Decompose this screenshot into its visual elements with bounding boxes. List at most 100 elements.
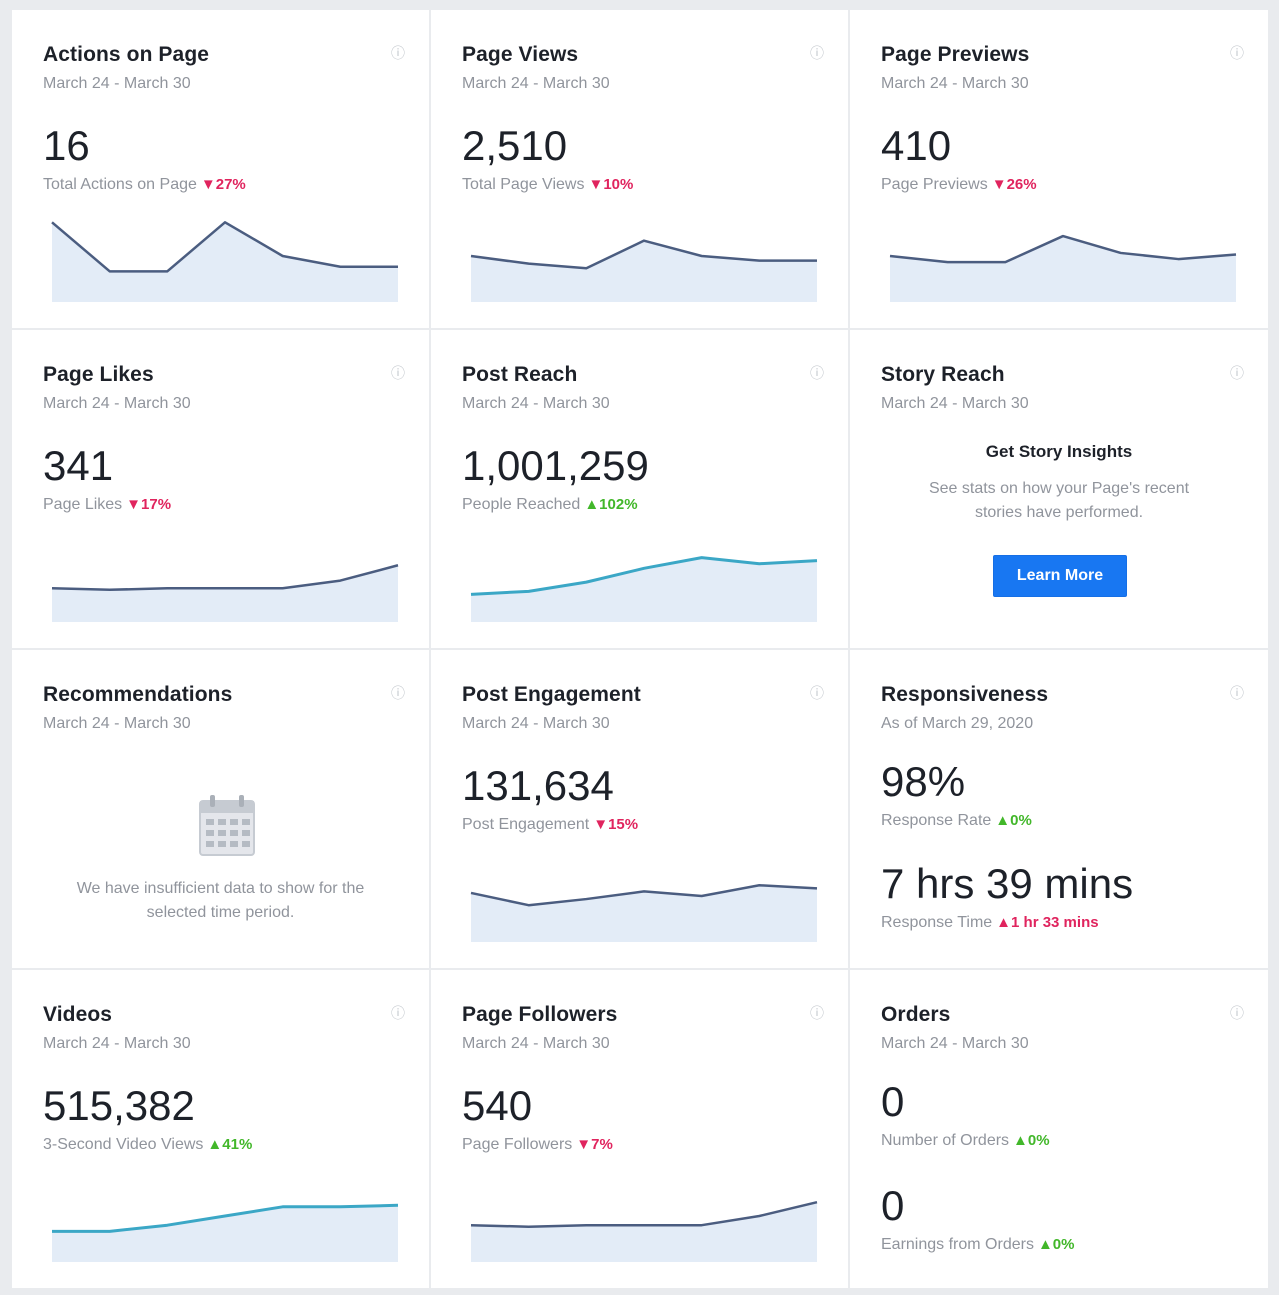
response-time-value: 7 hrs 39 mins bbox=[881, 860, 1134, 907]
info-icon[interactable]: ⓘ bbox=[391, 366, 405, 380]
delta-value: 10% bbox=[603, 176, 634, 193]
info-icon[interactable]: ⓘ bbox=[391, 46, 405, 60]
card-title: Responsiveness bbox=[881, 683, 1049, 706]
metric-value: 1,001,259 bbox=[462, 442, 649, 489]
info-icon[interactable]: ⓘ bbox=[810, 366, 824, 380]
response-time-label: Response Time ▲1 hr 33 mins bbox=[881, 914, 1099, 932]
card-responsiveness[interactable]: Responsiveness As of March 29, 2020 ⓘ 98… bbox=[850, 650, 1268, 968]
delta-down-badge: ▼17% bbox=[126, 496, 171, 513]
card-date: March 24 - March 30 bbox=[43, 395, 191, 412]
card-videos[interactable]: Videos March 24 - March 30 ⓘ 515,382 3-S… bbox=[12, 970, 429, 1288]
sparkline-chart bbox=[470, 1200, 818, 1262]
info-icon[interactable]: ⓘ bbox=[1230, 1006, 1244, 1020]
sparkline-area bbox=[471, 885, 817, 942]
delta-value: 0% bbox=[1052, 1236, 1075, 1253]
metric-label: Page Likes ▼17% bbox=[43, 496, 171, 514]
card-page-views[interactable]: Page Views March 24 - March 30 ⓘ 2,510 T… bbox=[431, 10, 848, 328]
card-title: Actions on Page bbox=[43, 43, 210, 66]
arrow-up-icon: ▲ bbox=[207, 1136, 223, 1153]
delta-up-badge: ▲1 hr 33 mins bbox=[996, 914, 1098, 931]
delta-value: 17% bbox=[141, 496, 172, 513]
metric-label-text: Total Page Views bbox=[462, 176, 585, 193]
card-date: March 24 - March 30 bbox=[462, 1035, 610, 1052]
delta-down-badge: ▼15% bbox=[593, 816, 638, 833]
metric-label: Page Followers ▼7% bbox=[462, 1136, 613, 1154]
info-icon[interactable]: ⓘ bbox=[1230, 366, 1244, 380]
info-icon[interactable]: ⓘ bbox=[810, 46, 824, 60]
card-title: Orders bbox=[881, 1003, 951, 1026]
learn-more-button[interactable]: Learn More bbox=[993, 555, 1127, 597]
info-icon[interactable]: ⓘ bbox=[810, 1006, 824, 1020]
delta-up-badge: ▲0% bbox=[1013, 1132, 1050, 1149]
arrow-up-icon: ▲ bbox=[584, 496, 600, 513]
card-page-previews[interactable]: Page Previews March 24 - March 30 ⓘ 410 … bbox=[850, 10, 1268, 328]
metric-value: 410 bbox=[881, 122, 952, 169]
card-post-engagement[interactable]: Post Engagement March 24 - March 30 ⓘ 13… bbox=[431, 650, 848, 968]
delta-down-badge: ▼27% bbox=[201, 176, 246, 193]
arrow-down-icon: ▼ bbox=[991, 176, 1007, 193]
card-actions-on-page[interactable]: Actions on Page March 24 - March 30 ⓘ 16… bbox=[12, 10, 429, 328]
card-title: Page Likes bbox=[43, 363, 154, 386]
info-icon[interactable]: ⓘ bbox=[1230, 46, 1244, 60]
arrow-up-icon: ▲ bbox=[1037, 1236, 1053, 1253]
calendar-icon bbox=[199, 795, 255, 856]
arrow-up-icon: ▲ bbox=[996, 914, 1012, 931]
response-rate-label: Response Rate ▲0% bbox=[881, 812, 1032, 830]
card-date: March 24 - March 30 bbox=[43, 75, 191, 92]
metric-label: Post Engagement ▼15% bbox=[462, 816, 638, 834]
delta-up-badge: ▲102% bbox=[584, 496, 637, 513]
delta-value: 27% bbox=[215, 176, 246, 193]
info-icon[interactable]: ⓘ bbox=[810, 686, 824, 700]
delta-down-badge: ▼10% bbox=[588, 176, 633, 193]
card-date: As of March 29, 2020 bbox=[881, 715, 1034, 732]
orders-count-label: Number of Orders ▲0% bbox=[881, 1132, 1050, 1150]
metric-label: 3-Second Video Views ▲41% bbox=[43, 1136, 252, 1154]
card-recommendations[interactable]: Recommendations March 24 - March 30 ⓘ We… bbox=[12, 650, 429, 968]
sparkline-area bbox=[471, 240, 817, 302]
orders-count-value: 0 bbox=[881, 1078, 905, 1125]
metric-label-text: 3-Second Video Views bbox=[43, 1136, 204, 1153]
metric-value: 16 bbox=[43, 122, 90, 169]
delta-down-badge: ▼7% bbox=[576, 1136, 613, 1153]
card-orders[interactable]: Orders March 24 - March 30 ⓘ 0 Number of… bbox=[850, 970, 1268, 1288]
story-insights-body-2: stories have performed. bbox=[974, 504, 1144, 521]
sparkline-chart bbox=[51, 564, 399, 622]
sparkline-chart bbox=[52, 1203, 399, 1262]
delta-down-badge: ▼26% bbox=[992, 176, 1037, 193]
metric-label: Total Actions on Page ▼27% bbox=[43, 176, 246, 194]
delta-up-badge: ▲0% bbox=[995, 812, 1032, 829]
card-title: Story Reach bbox=[881, 363, 1005, 386]
card-post-reach[interactable]: Post Reach March 24 - March 30 ⓘ 1,001,2… bbox=[431, 330, 848, 648]
metric-value: 131,634 bbox=[462, 762, 614, 809]
metric-label-text: People Reached bbox=[462, 496, 581, 513]
card-story-reach[interactable]: Story Reach March 24 - March 30 ⓘ Get St… bbox=[850, 330, 1268, 648]
arrow-down-icon: ▼ bbox=[588, 176, 604, 193]
card-page-likes[interactable]: Page Likes March 24 - March 30 ⓘ 341 Pag… bbox=[12, 330, 429, 648]
card-date: March 24 - March 30 bbox=[43, 715, 191, 732]
delta-value: 0% bbox=[1027, 1132, 1050, 1149]
card-page-followers[interactable]: Page Followers March 24 - March 30 ⓘ 540… bbox=[431, 970, 848, 1288]
info-icon[interactable]: ⓘ bbox=[391, 686, 405, 700]
metric-value: 2,510 bbox=[462, 122, 568, 169]
metric-value: 341 bbox=[43, 442, 114, 489]
info-icon[interactable]: ⓘ bbox=[1230, 686, 1244, 700]
sparkline-chart bbox=[470, 239, 817, 302]
story-insights-body-1: See stats on how your Page's recent bbox=[928, 480, 1190, 497]
card-date: March 24 - March 30 bbox=[881, 1035, 1029, 1052]
sparkline-area bbox=[52, 222, 398, 302]
metric-label-text: Page Likes bbox=[43, 496, 123, 513]
metric-label: Total Page Views ▼10% bbox=[462, 176, 633, 194]
delta-value: 0% bbox=[1010, 812, 1032, 829]
arrow-down-icon: ▼ bbox=[593, 816, 609, 833]
sparkline-chart bbox=[889, 234, 1237, 302]
metric-label-text: Total Actions on Page bbox=[43, 176, 197, 193]
card-date: March 24 - March 30 bbox=[881, 75, 1029, 92]
metric-label-text: Page Previews bbox=[881, 176, 988, 193]
delta-up-badge: ▲41% bbox=[207, 1136, 252, 1153]
delta-value: 7% bbox=[591, 1136, 613, 1153]
delta-value: 15% bbox=[608, 816, 639, 833]
metric-label-text: Response Time bbox=[881, 914, 993, 931]
metric-label-text: Earnings from Orders bbox=[881, 1236, 1034, 1253]
metric-value: 515,382 bbox=[43, 1082, 195, 1129]
info-icon[interactable]: ⓘ bbox=[391, 1006, 405, 1020]
